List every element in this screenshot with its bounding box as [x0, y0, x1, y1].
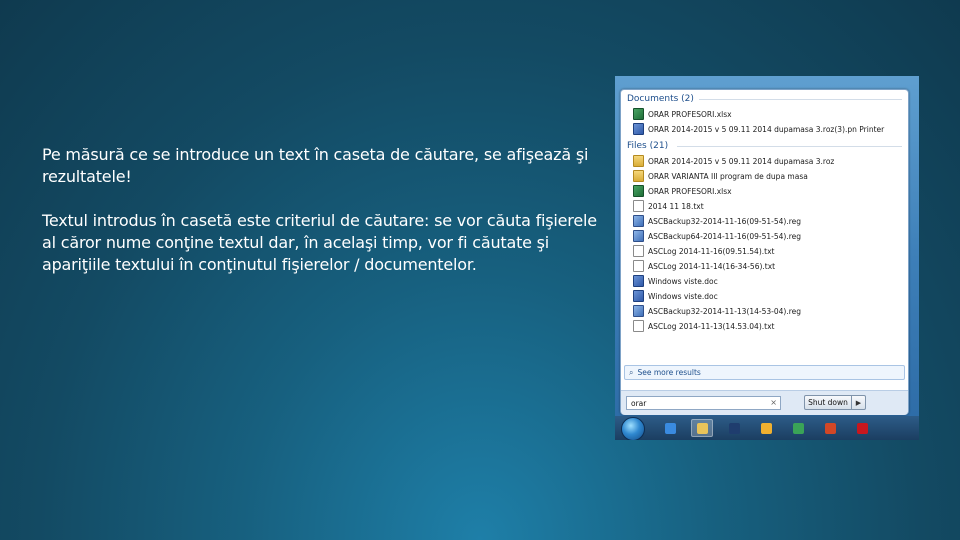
text-file-icon: [633, 260, 644, 272]
documents-group-header[interactable]: Documents (2): [627, 92, 694, 106]
taskbar-button[interactable]: [691, 419, 713, 437]
registry-icon: [633, 305, 644, 317]
see-more-label: See more results: [637, 368, 701, 377]
registry-icon: [633, 215, 644, 227]
search-result-label: ORAR VARIANTA III program de dupa masa: [648, 171, 808, 181]
taskbar-button[interactable]: [819, 419, 841, 437]
slide-text: Pe măsură ce se introduce un text în cas…: [42, 144, 607, 298]
search-result-label: ASCBackup32-2014-11-13(14-53-04).reg: [648, 306, 802, 316]
folder-icon: [633, 170, 644, 182]
search-row: orar × Shut down ▶: [621, 390, 908, 415]
taskbar-button[interactable]: [851, 419, 873, 437]
excel-icon: [633, 108, 644, 120]
divider: [699, 99, 902, 100]
taskbar-button[interactable]: [723, 419, 745, 437]
search-result-label: Windows viste.doc: [648, 276, 718, 286]
chrome-icon: [792, 422, 804, 434]
taskbar-button[interactable]: [755, 419, 777, 437]
search-result-label: ASCLog 2014-11-16(09.51.54).txt: [648, 246, 775, 256]
powerpoint-icon: [824, 422, 836, 434]
windows-explorer-icon: [696, 422, 708, 434]
internet-explorer-icon: [664, 422, 676, 434]
registry-icon: [633, 230, 644, 242]
search-result-item[interactable]: ORAR PROFESORI.xlsx: [633, 184, 902, 198]
search-result-item[interactable]: ORAR 2014-2015 v 5 09.11 2014 dupamasa 3…: [633, 122, 902, 136]
search-result-label: ASCLog 2014-11-13(14.53.04).txt: [648, 321, 775, 331]
search-result-label: ASCLog 2014-11-14(16-34-56).txt: [648, 261, 776, 271]
text-file-icon: [633, 200, 644, 212]
search-result-label: ORAR PROFESORI.xlsx: [648, 186, 732, 196]
word-icon: [633, 275, 644, 287]
search-value: orar: [631, 398, 647, 408]
see-more-results-link[interactable]: ⌕ See more results: [624, 365, 905, 380]
search-result-item[interactable]: 2014 11 18.txt: [633, 199, 902, 213]
search-result-item[interactable]: Windows viste.doc: [633, 274, 902, 288]
clear-search-icon[interactable]: ×: [770, 397, 777, 409]
search-result-item[interactable]: ORAR 2014-2015 v 5 09.11 2014 dupamasa 3…: [633, 154, 902, 168]
app-icon: [760, 422, 772, 434]
text-file-icon: [633, 245, 644, 257]
search-result-item[interactable]: ASCLog 2014-11-16(09.51.54).txt: [633, 244, 902, 258]
search-result-item[interactable]: ORAR PROFESORI.xlsx: [633, 107, 902, 121]
folder-icon: [633, 155, 644, 167]
search-result-label: ORAR 2014-2015 v 5 09.11 2014 dupamasa 3…: [648, 124, 885, 134]
divider: [677, 146, 902, 147]
taskbar: [615, 416, 919, 440]
taskbar-button[interactable]: [787, 419, 809, 437]
search-result-label: ORAR PROFESORI.xlsx: [648, 109, 732, 119]
start-menu-panel: Documents (2) ORAR PROFESORI.xlsx ORAR 20…: [620, 89, 909, 415]
windows-start-menu-screenshot: Documents (2) ORAR PROFESORI.xlsx ORAR 20…: [615, 76, 919, 440]
search-result-label: ORAR 2014-2015 v 5 09.11 2014 dupamasa 3…: [648, 156, 835, 166]
media-player-icon: [728, 422, 740, 434]
search-result-item[interactable]: ASCBackup32-2014-11-16(09-51-54).reg: [633, 214, 902, 228]
taskbar-button[interactable]: [659, 419, 681, 437]
files-group-header[interactable]: Files (21): [627, 139, 668, 153]
slide-paragraph-1: Pe măsură ce se introduce un text în cas…: [42, 145, 589, 186]
word-icon: [633, 123, 644, 135]
search-result-label: 2014 11 18.txt: [648, 201, 704, 211]
start-button[interactable]: [621, 417, 645, 440]
word-icon: [633, 290, 644, 302]
search-result-item[interactable]: ORAR VARIANTA III program de dupa masa: [633, 169, 902, 183]
shutdown-button[interactable]: Shut down: [804, 395, 852, 410]
slide-paragraph-2: Textul introdus în casetă este criteriul…: [42, 211, 597, 274]
text-file-icon: [633, 320, 644, 332]
search-result-label: Windows viste.doc: [648, 291, 718, 301]
adobe-reader-icon: [856, 422, 868, 434]
search-result-label: ASCBackup64-2014-11-16(09-51-54).reg: [648, 231, 802, 241]
search-input[interactable]: orar ×: [626, 396, 781, 410]
search-result-item[interactable]: Windows viste.doc: [633, 289, 902, 303]
search-result-item[interactable]: ASCBackup32-2014-11-13(14-53-04).reg: [633, 304, 902, 318]
search-icon: ⌕: [629, 367, 634, 377]
search-result-item[interactable]: ASCBackup64-2014-11-16(09-51-54).reg: [633, 229, 902, 243]
search-result-item[interactable]: ASCLog 2014-11-14(16-34-56).txt: [633, 259, 902, 273]
shutdown-options-arrow-icon[interactable]: ▶: [852, 395, 866, 410]
excel-icon: [633, 185, 644, 197]
search-result-label: ASCBackup32-2014-11-16(09-51-54).reg: [648, 216, 802, 226]
search-result-item[interactable]: ASCLog 2014-11-13(14.53.04).txt: [633, 319, 902, 333]
